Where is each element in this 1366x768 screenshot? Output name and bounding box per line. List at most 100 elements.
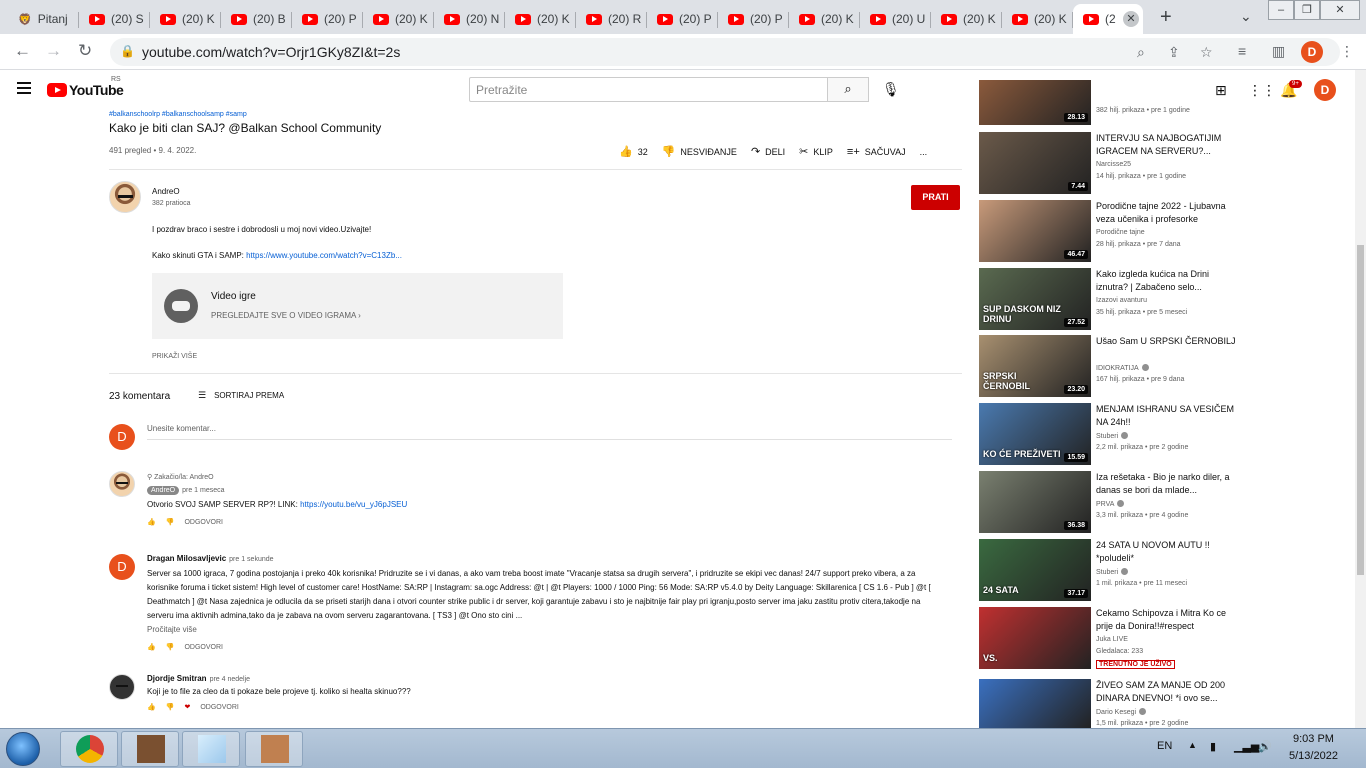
browser-tab[interactable]: (20) K <box>931 4 1002 34</box>
channel-avatar[interactable] <box>109 181 141 213</box>
video-thumbnail[interactable]: 36.38 <box>979 471 1091 533</box>
dislike-comment-icon[interactable]: 👎 <box>166 703 175 711</box>
browser-tab[interactable]: (20) N <box>434 4 505 34</box>
close-tab-icon[interactable]: ✕ <box>1123 11 1139 27</box>
language-indicator[interactable]: EN <box>1157 740 1172 752</box>
like-button[interactable]: 👍 32 <box>619 145 648 158</box>
browser-tab[interactable]: (20) K <box>363 4 434 34</box>
dislike-comment-icon[interactable]: 👎 <box>166 518 175 526</box>
like-comment-icon[interactable]: 👍 <box>147 643 156 651</box>
sort-comments-button[interactable]: ☰ SORTIRAJ PREMA <box>198 390 284 401</box>
add-comment-input[interactable]: Unesite komentar... <box>147 424 952 440</box>
browser-tab[interactable]: (20) P <box>292 4 363 34</box>
taskbar-chrome[interactable] <box>60 731 118 767</box>
dislike-comment-icon[interactable]: 👎 <box>166 643 175 651</box>
related-video-item[interactable]: 28.13 382 hilj. prikaza • pre 1 godine <box>979 80 1319 125</box>
channel-name[interactable]: Stuberi <box>1096 569 1118 576</box>
restore-button[interactable]: ❐ <box>1294 0 1320 20</box>
url-text[interactable]: youtube.com/watch?v=Orjr1GKy8ZI&t=2s <box>142 44 400 60</box>
tab-search-icon[interactable]: ⌄ <box>1240 8 1252 25</box>
channel-name[interactable]: AndreO <box>152 187 180 196</box>
address-bar[interactable]: 🔒 youtube.com/watch?v=Orjr1GKy8ZI&t=2s ⌕… <box>110 38 1340 66</box>
browser-tab[interactable]: (20) P <box>647 4 718 34</box>
reply-button[interactable]: ODGOVORI <box>184 519 223 526</box>
comment-author[interactable]: AndreO <box>147 486 180 495</box>
dislike-button[interactable]: 👎 NESVIĐANJE <box>662 145 737 158</box>
signal-icon[interactable]: ▁▃▅ <box>1234 740 1259 753</box>
related-video-title[interactable]: Porodične tajne 2022 - Ljubavna veza uče… <box>1096 200 1236 226</box>
comment-author[interactable]: Djordje Smitran <box>147 674 207 683</box>
hamburger-menu-icon[interactable] <box>17 82 31 94</box>
save-button[interactable]: ≡+ SAČUVAJ <box>847 145 906 158</box>
start-button[interactable] <box>6 732 40 766</box>
comment-time[interactable]: pre 1 sekunde <box>229 556 273 563</box>
category-card[interactable]: Video igre PREGLEDAJTE SVE O VIDEO IGRAM… <box>152 273 563 339</box>
related-video-title[interactable]: MENJAM ISHRANU SA VESIČEM NA 24h!! <box>1096 403 1236 429</box>
commenter-avatar[interactable] <box>109 471 135 497</box>
comment-link[interactable]: https://youtu.be/vu_yJ6pJSEU <box>300 500 407 509</box>
comment-time[interactable]: pre 1 meseca <box>182 487 224 494</box>
related-video-title[interactable]: Kako izgleda kućica na Drini iznutra? | … <box>1096 268 1236 294</box>
taskbar-app[interactable] <box>245 731 303 767</box>
reply-button[interactable]: ODGOVORI <box>184 644 223 651</box>
browser-tab[interactable]: (20) R <box>576 4 647 34</box>
browser-tab[interactable]: (20) K <box>1002 4 1073 34</box>
related-video-item[interactable]: KO ĆE PREŽIVETI 15.59 MENJAM ISHRANU SA VE… <box>979 403 1319 465</box>
related-video-item[interactable]: 24 SATA 37.17 24 SATA U NOVOM AUTU !! *pol… <box>979 539 1319 601</box>
zoom-icon[interactable]: ⌕ <box>1137 44 1145 61</box>
taskbar-notepad[interactable] <box>182 731 240 767</box>
share-button[interactable]: ↷ DELI <box>751 145 785 158</box>
clock-date[interactable]: 5/13/2022 <box>1289 750 1338 762</box>
related-video-item[interactable]: 7.44 INTERVJU SA NAJBOGATIJIM IGRACEM NA … <box>979 132 1319 194</box>
video-thumbnail[interactable]: SRPSKI ČERNOBIL 23.20 <box>979 335 1091 397</box>
clip-button[interactable]: ✂ KLIP <box>799 145 833 158</box>
related-video-title[interactable]: INTERVJU SA NAJBOGATIJIM IGRACEM NA SERV… <box>1096 132 1236 158</box>
back-icon[interactable]: ← <box>14 41 31 61</box>
browser-tab[interactable]: (20) B <box>221 4 292 34</box>
network-icon[interactable]: ▮ <box>1210 740 1216 753</box>
channel-name[interactable]: Izazovi avanturu <box>1096 297 1147 304</box>
video-thumbnail[interactable]: 46.47 <box>979 200 1091 262</box>
video-thumbnail[interactable] <box>979 679 1091 728</box>
side-panel-icon[interactable]: ▥ <box>1272 43 1285 60</box>
category-link[interactable]: PREGLEDAJTE SVE O VIDEO IGRAMA › <box>211 311 361 320</box>
close-window-button[interactable]: ✕ <box>1320 0 1360 20</box>
channel-name[interactable]: Juka LIVE <box>1096 636 1128 643</box>
reply-button[interactable]: ODGOVORI <box>200 704 239 711</box>
forward-icon[interactable]: → <box>45 41 62 61</box>
related-video-title[interactable]: Iza rešetaka - Bio je narko diler, a dan… <box>1096 471 1236 497</box>
description-link[interactable]: https://www.youtube.com/watch?v=C13Zb... <box>246 251 402 260</box>
read-more-button[interactable]: Pročitajte više <box>147 623 937 637</box>
browser-tab[interactable]: (20) S <box>79 4 150 34</box>
browser-tab[interactable]: (20) U <box>860 4 931 34</box>
show-more-button[interactable]: PRIKAŽI VIŠE <box>152 353 197 360</box>
video-thumbnail[interactable]: 7.44 <box>979 132 1091 194</box>
volume-icon[interactable]: 🔊 <box>1258 740 1272 753</box>
related-video-title[interactable]: ŽIVEO SAM ZA MANJE OD 200 DINARA DNEVNO!… <box>1096 679 1236 705</box>
video-hashtags[interactable]: #balkanschoolrp #balkanschoolsamp #samp <box>109 111 247 118</box>
channel-name[interactable]: Porodične tajne <box>1096 229 1145 236</box>
reload-icon[interactable]: ↻ <box>78 41 92 61</box>
new-tab-button[interactable]: + <box>1160 6 1172 29</box>
related-video-item[interactable]: VS. Cekamo Schipovza i Mitra Ko ce prije … <box>979 607 1319 669</box>
related-video-item[interactable]: 46.47 Porodične tajne 2022 - Ljubavna vez… <box>979 200 1319 262</box>
reading-list-icon[interactable]: ≡ <box>1238 43 1246 59</box>
browser-tab[interactable]: (2 ✕ <box>1073 4 1143 34</box>
channel-name[interactable]: Dario Kesegi <box>1096 709 1136 716</box>
scrollbar-thumb[interactable] <box>1357 245 1364 575</box>
clock-time[interactable]: 9:03 PM <box>1293 733 1334 745</box>
comment-time[interactable]: pre 4 nedelje <box>210 676 250 683</box>
browser-tab[interactable]: (20) K <box>789 4 860 34</box>
video-thumbnail[interactable]: VS. <box>979 607 1091 669</box>
browser-tab[interactable]: (20) K <box>150 4 221 34</box>
bookmark-star-icon[interactable]: ☆ <box>1200 44 1213 61</box>
commenter-avatar[interactable] <box>109 674 135 700</box>
like-comment-icon[interactable]: 👍 <box>147 518 156 526</box>
taskbar-app[interactable] <box>121 731 179 767</box>
comment-author[interactable]: Dragan Milosavljevic <box>147 554 226 563</box>
related-video-item[interactable]: 36.38 Iza rešetaka - Bio je narko diler, … <box>979 471 1319 533</box>
channel-name[interactable]: PRVA <box>1096 501 1114 508</box>
related-video-title[interactable]: Ušao Sam U SRPSKI ČERNOBILJ <box>1096 335 1236 348</box>
browser-tab[interactable]: 🦁 Pitanj <box>8 4 79 34</box>
share-icon[interactable]: ⇪ <box>1168 44 1180 61</box>
